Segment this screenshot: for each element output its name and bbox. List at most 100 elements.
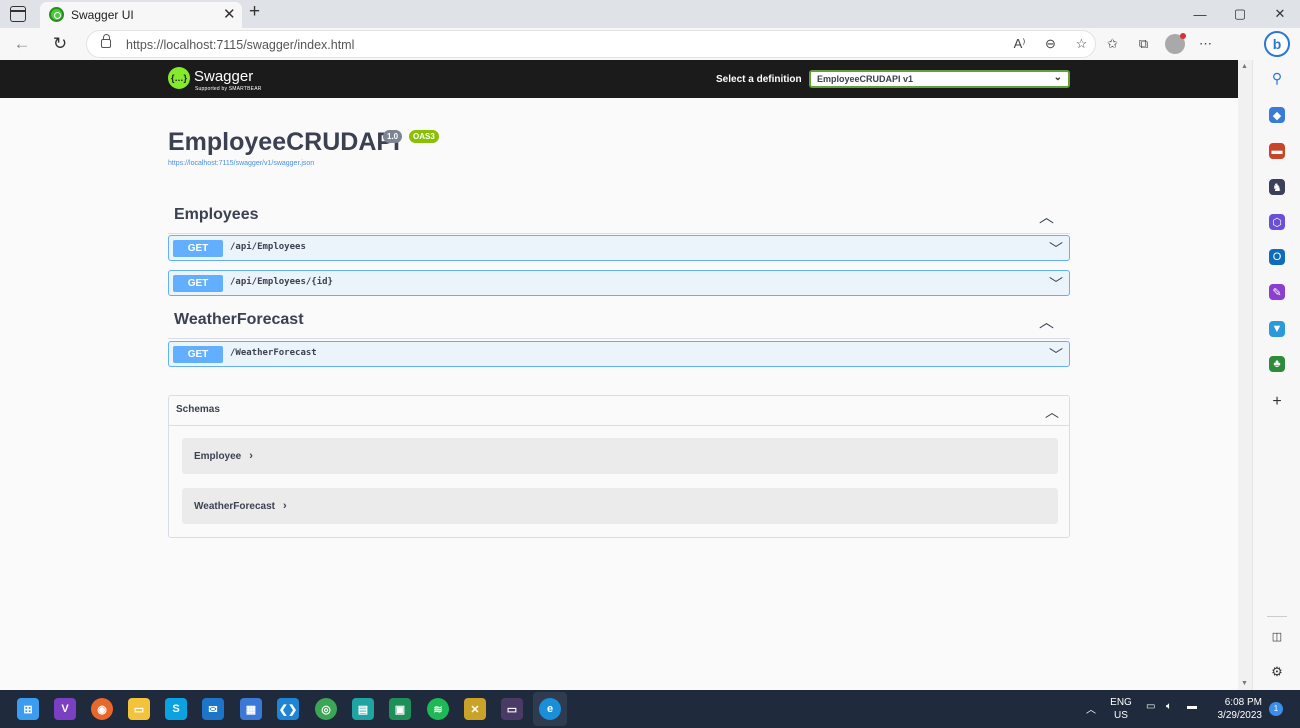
language-indicator[interactable]: ENG US [1109,696,1133,722]
method-badge: GET [173,240,223,257]
firefox-icon[interactable]: ◉ [91,698,113,720]
operation-path: /WeatherForecast [230,348,317,358]
chat-icon[interactable]: ▤ [352,698,374,720]
chevron-down-icon[interactable]: ﹀ [1049,274,1063,294]
read-aloud-icon[interactable]: A⁾ [1008,32,1031,55]
url-text[interactable]: https://localhost:7115/swagger/index.htm… [126,38,354,52]
schema-name: WeatherForecast › [194,500,287,512]
terminal-icon[interactable]: ▭ [501,698,523,720]
chevron-right-icon: › [249,450,253,462]
zoom-icon[interactable]: ⊖ [1039,32,1062,55]
vscode-icon[interactable]: ❮❯ [277,698,299,720]
spec-json-link[interactable]: https://localhost:7115/swagger/v1/swagge… [168,160,314,167]
tree-icon[interactable]: ♣ [1269,356,1285,372]
more-options-icon[interactable]: ⋯ [1194,32,1217,55]
new-tab-icon[interactable]: + [249,1,260,23]
tab-title: Swagger UI [71,8,134,22]
profile-avatar[interactable] [1163,32,1186,55]
file-explorer-icon[interactable]: ▭ [128,698,150,720]
window-controls: — ▢ ✕ [1180,0,1300,28]
schema-weatherforecast[interactable]: WeatherForecast › [182,488,1058,524]
definition-label: Select a definition [716,74,802,85]
visual-studio-icon[interactable]: V [54,698,76,720]
system-clock[interactable]: 6:08 PM 3/29/2023 [1206,696,1263,722]
mail-icon[interactable]: ✉ [202,698,224,720]
collections-icon[interactable]: ⧉ [1132,32,1155,55]
section-title: Employees [174,206,259,223]
operation-get-weatherforecast[interactable]: GET /WeatherForecast ﹀ [168,341,1070,367]
search-icon[interactable]: ⚲ [1269,70,1285,86]
volume-icon[interactable]: 🔈︎ [1166,701,1172,712]
section-title: WeatherForecast [174,311,304,328]
method-badge: GET [173,346,223,363]
edge-icon[interactable]: e [539,698,561,720]
address-bar[interactable]: https://localhost:7115/swagger/index.htm… [86,30,1096,58]
lock-icon [101,34,111,48]
schemas-section: Schemas ︿ Employee › WeatherForecast › [168,395,1070,538]
store-icon[interactable]: ▦ [240,698,262,720]
schema-name: Employee › [194,450,253,462]
refresh-icon[interactable]: ↻ [48,32,72,56]
chevron-down-icon: ⌄ [1053,72,1062,83]
toolbar-icons: A⁾ ⊖ ☆ ✩ ⧉ ⋯ [1008,32,1217,55]
chrome-icon[interactable]: ◎ [315,698,337,720]
schemas-header[interactable]: Schemas ︿ [169,396,1069,426]
swagger-logo-text[interactable]: Swagger [194,68,253,85]
spotify-icon[interactable]: ≋ [427,698,449,720]
drop-icon[interactable]: ▼ [1269,321,1285,337]
settings-gear-icon[interactable]: ⚙ [1269,664,1285,680]
skype-icon[interactable]: S [165,698,187,720]
definition-value: EmployeeCRUDAPI v1 [817,74,914,84]
workspaces-icon[interactable] [10,6,26,22]
chevron-down-icon[interactable]: ﹀ [1049,345,1063,365]
designer-icon[interactable]: ✎ [1269,284,1285,300]
sidebar-divider [1267,616,1287,617]
close-window-button[interactable]: ✕ [1260,0,1300,28]
schema-employee[interactable]: Employee › [182,438,1058,474]
definition-select[interactable]: EmployeeCRUDAPI v1 ⌄ [809,70,1070,88]
scroll-up-icon[interactable]: ▲ [1241,63,1248,70]
bing-chat-icon[interactable]: b [1264,31,1290,57]
add-icon[interactable]: + [1269,393,1285,410]
tools-icon[interactable]: ▬ [1269,143,1285,159]
network-icon[interactable]: ▭ [1146,701,1155,712]
page-scrollbar[interactable]: ▲ ▼ [1238,60,1252,690]
chevron-up-icon[interactable]: ︿ [1039,206,1054,227]
maximize-button[interactable]: ▢ [1220,0,1260,28]
microsoft365-icon[interactable]: ⬡ [1269,214,1285,230]
tab-close-icon[interactable]: ✕ [223,5,236,23]
chevron-up-icon[interactable]: ︿ [1045,402,1059,422]
shopping-icon[interactable]: ◆ [1269,107,1285,123]
operation-path: /api/Employees [230,242,306,252]
section-employees[interactable]: Employees ︿ [168,198,1070,234]
favorites-icon[interactable]: ✩ [1101,32,1124,55]
split-screen-icon[interactable]: ◫ [1269,628,1285,644]
swagger-favicon-icon [49,7,64,22]
back-arrow-icon[interactable]: ← [10,32,34,56]
chevron-up-icon[interactable]: ︿ [1039,311,1054,332]
api-title: EmployeeCRUDAPI [168,128,400,156]
operation-get-employees[interactable]: GET /api/Employees ﹀ [168,235,1070,261]
show-hidden-icons[interactable]: ︿ [1086,701,1096,716]
operation-get-employee-by-id[interactable]: GET /api/Employees/{id} ﹀ [168,270,1070,296]
chevron-down-icon[interactable]: ﹀ [1049,239,1063,259]
windows-taskbar: ⊞ V ◉ ▭ S ✉ ▦ ❮❯ ◎ ▤ ▣ ≋ ✕ ▭ e ︿ ENG US … [0,690,1300,728]
scroll-down-icon[interactable]: ▼ [1241,680,1248,687]
outlook-icon[interactable]: O [1269,249,1285,265]
games-icon[interactable]: ♞ [1269,179,1285,195]
method-badge: GET [173,275,223,292]
browser-tab[interactable]: Swagger UI ✕ [40,2,242,28]
version-badge: 1.0 [383,130,403,143]
battery-icon[interactable]: ▬ [1187,701,1197,712]
swagger-logo-icon[interactable]: {…} [168,67,190,89]
chevron-right-icon: › [282,500,287,512]
start-icon[interactable]: ⊞ [17,698,39,720]
add-favorite-icon[interactable]: ☆ [1070,32,1093,55]
browser-toolbar: ← ↻ https://localhost:7115/swagger/index… [0,28,1300,60]
minimize-button[interactable]: — [1180,0,1220,28]
browser-tabbar: Swagger UI ✕ + — ▢ ✕ [0,0,1300,28]
section-weatherforecast[interactable]: WeatherForecast ︿ [168,303,1070,339]
notification-badge[interactable]: 1 [1269,702,1283,716]
messaging-icon[interactable]: ▣ [389,698,411,720]
utility-icon[interactable]: ✕ [464,698,486,720]
